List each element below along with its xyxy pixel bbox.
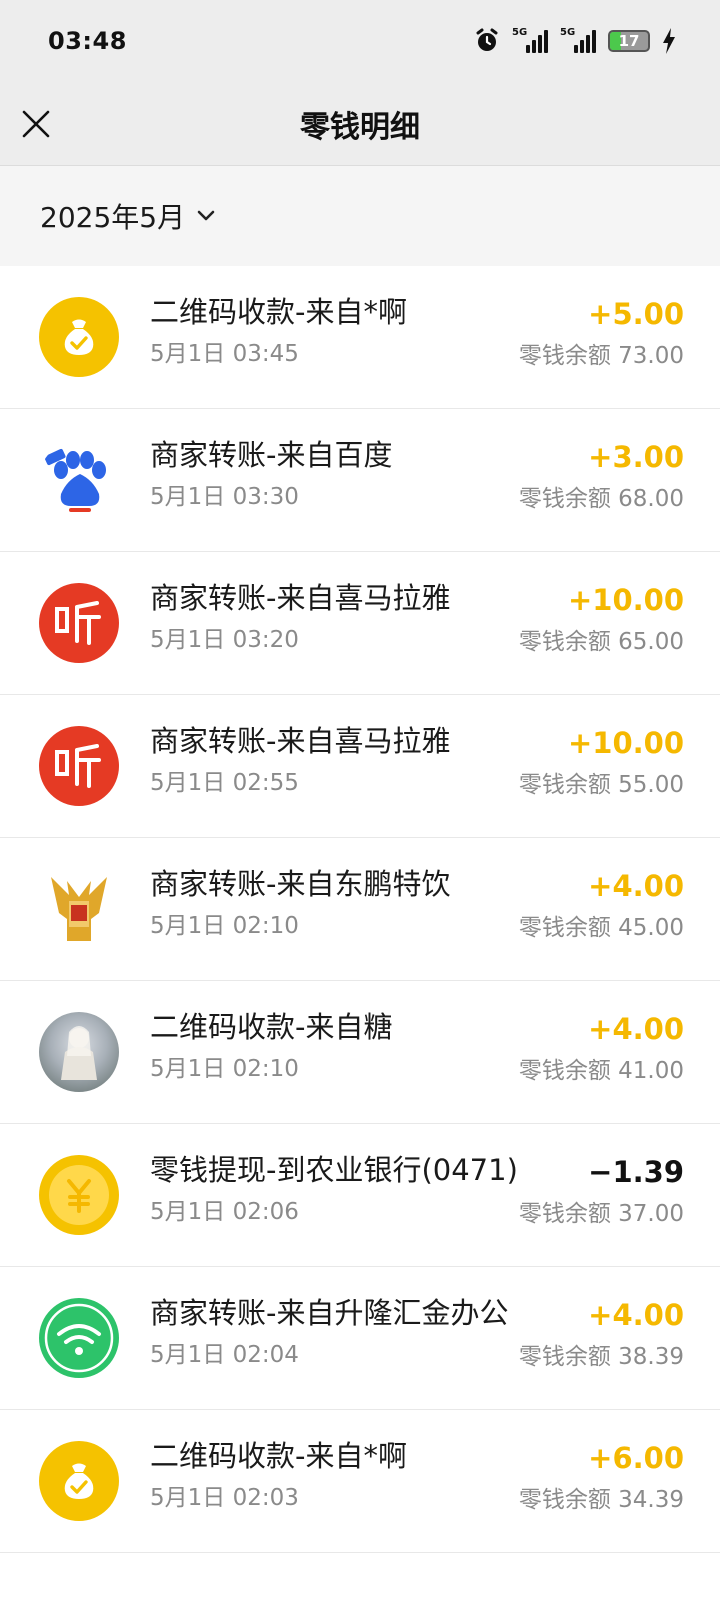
transaction-row[interactable]: 二维码收款-来自糖 5月1日 02:10 +4.00 零钱余额 41.00 xyxy=(0,981,720,1124)
nav-bar: 零钱明细 xyxy=(0,82,720,166)
signal-icon: 5G xyxy=(512,27,548,53)
transaction-time: 5月1日 02:10 xyxy=(150,1056,299,1082)
transaction-title: 商家转账-来自东鹏特饮 xyxy=(150,867,451,901)
transaction-title: 商家转账-来自百度 xyxy=(150,438,393,472)
user-avatar xyxy=(39,1012,119,1092)
transaction-row[interactable]: 商家转账-来自喜马拉雅 5月1日 02:55 +10.00 零钱余额 55.00 xyxy=(0,695,720,838)
network-type-label: 5G xyxy=(512,27,528,38)
transaction-amount: +6.00 xyxy=(588,1441,684,1475)
transaction-row[interactable]: 二维码收款-来自*啊 5月1日 03:45 +5.00 零钱余额 73.00 xyxy=(0,266,720,409)
transaction-amount: −1.39 xyxy=(588,1155,684,1189)
transaction-balance: 零钱余额 73.00 xyxy=(518,343,684,369)
alarm-icon xyxy=(476,28,498,51)
transaction-time: 5月1日 03:30 xyxy=(150,484,299,510)
yuan-coin-icon xyxy=(39,1155,119,1235)
transaction-title: 二维码收款-来自糖 xyxy=(150,1010,393,1044)
transaction-row[interactable]: 商家转账-来自喜马拉雅 5月1日 03:20 +10.00 零钱余额 65.00 xyxy=(0,552,720,695)
chevron-down-icon xyxy=(197,210,215,221)
transaction-row[interactable]: 商家转账-来自东鹏特饮 5月1日 02:10 +4.00 零钱余额 45.00 xyxy=(0,838,720,981)
transaction-row[interactable]: 商家转账-来自百度 5月1日 03:30 +3.00 零钱余额 68.00 xyxy=(0,409,720,552)
transaction-balance: 零钱余额 65.00 xyxy=(518,629,684,655)
transaction-row[interactable]: 二维码收款-来自*啊 5月1日 02:03 +6.00 零钱余额 34.39 xyxy=(0,1410,720,1553)
status-icons: 5G 5G 17 xyxy=(474,27,676,54)
money-bag-icon xyxy=(39,1441,119,1521)
transaction-title: 商家转账-来自喜马拉雅 xyxy=(150,581,451,615)
transaction-amount: +4.00 xyxy=(588,869,684,903)
charging-icon xyxy=(663,28,675,54)
transaction-amount: +4.00 xyxy=(588,1012,684,1046)
ximalaya-icon xyxy=(39,726,119,806)
transaction-amount: +10.00 xyxy=(567,583,684,617)
transaction-time: 5月1日 02:10 xyxy=(150,913,299,939)
transaction-title: 商家转账-来自喜马拉雅 xyxy=(150,724,451,758)
transaction-amount: +5.00 xyxy=(588,297,684,331)
transaction-amount: +10.00 xyxy=(567,726,684,760)
network-type-label: 5G xyxy=(560,27,576,38)
transaction-balance: 零钱余额 34.39 xyxy=(518,1487,684,1513)
close-icon[interactable] xyxy=(18,106,54,142)
money-bag-icon xyxy=(39,297,119,377)
transaction-time: 5月1日 03:20 xyxy=(150,627,299,653)
transaction-time: 5月1日 02:06 xyxy=(150,1199,299,1225)
transaction-balance: 零钱余额 68.00 xyxy=(518,486,684,512)
signal-icon: 5G xyxy=(560,27,596,53)
battery-icon: 17 xyxy=(608,30,650,52)
transaction-amount: +4.00 xyxy=(588,1298,684,1332)
transaction-time: 5月1日 02:55 xyxy=(150,770,299,796)
month-label: 2025年5月 xyxy=(40,201,186,234)
page-title: 零钱明细 xyxy=(300,109,420,145)
transaction-balance: 零钱余额 38.39 xyxy=(518,1344,684,1370)
baidu-icon xyxy=(39,440,119,520)
transaction-title: 二维码收款-来自*啊 xyxy=(150,295,407,329)
status-bar: 03:48 5G 5G 17 xyxy=(0,0,720,82)
transaction-title: 二维码收款-来自*啊 xyxy=(150,1439,407,1473)
transaction-time: 5月1日 03:45 xyxy=(150,341,299,367)
transaction-list: 二维码收款-来自*啊 5月1日 03:45 +5.00 零钱余额 73.00 商… xyxy=(0,266,720,1553)
transaction-time: 5月1日 02:03 xyxy=(150,1485,299,1511)
transaction-title: 商家转账-来自升隆汇金办公 xyxy=(150,1296,509,1330)
transaction-balance: 零钱余额 37.00 xyxy=(518,1201,684,1227)
transaction-balance: 零钱余额 41.00 xyxy=(518,1058,684,1084)
month-filter-bar: 2025年5月 xyxy=(0,166,720,266)
dongpeng-icon xyxy=(39,869,119,949)
transaction-time: 5月1日 02:04 xyxy=(150,1342,299,1368)
transaction-amount: +3.00 xyxy=(588,440,684,474)
battery-level: 17 xyxy=(618,32,640,50)
transaction-row[interactable]: 商家转账-来自升隆汇金办公 5月1日 02:04 +4.00 零钱余额 38.3… xyxy=(0,1267,720,1410)
ximalaya-icon xyxy=(39,583,119,663)
transaction-balance: 零钱余额 55.00 xyxy=(518,772,684,798)
month-selector[interactable]: 2025年5月 xyxy=(40,196,217,236)
transaction-title: 零钱提现-到农业银行(0471) xyxy=(150,1153,518,1187)
transaction-row[interactable]: 零钱提现-到农业银行(0471) 5月1日 02:06 −1.39 零钱余额 3… xyxy=(0,1124,720,1267)
status-time: 03:48 xyxy=(48,27,127,55)
wifi-icon xyxy=(39,1298,119,1378)
transaction-balance: 零钱余额 45.00 xyxy=(518,915,684,941)
